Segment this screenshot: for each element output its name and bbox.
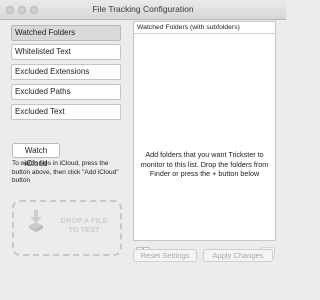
icloud-help-text: To watch files in iCloud, press the butt… — [12, 160, 119, 184]
drop-file-label-line1: DROP A FILE — [60, 216, 108, 225]
title-bar: File Tracking Configuration — [0, 0, 286, 20]
drop-file-label: DROP A FILE TO TEST — [50, 216, 118, 234]
watch-icloud-button[interactable]: Watch iCloud — [12, 143, 60, 168]
drop-file-icon — [29, 210, 43, 232]
reset-settings-button[interactable]: Reset Settings — [133, 249, 197, 262]
drop-file-zone[interactable]: DROP A FILE TO TEST — [12, 200, 122, 256]
apply-changes-button[interactable]: Apply Changes — [203, 249, 273, 262]
list-column-header: Watched Folders (with subfolders) — [134, 22, 275, 34]
sidebar-item-excluded-extensions[interactable]: Excluded Extensions — [11, 64, 121, 80]
sidebar-item-watched-folders[interactable]: Watched Folders — [11, 25, 121, 41]
sidebar-item-whitelisted-text[interactable]: Whitelisted Text — [11, 44, 121, 60]
sidebar-item-excluded-text[interactable]: Excluded Text — [11, 104, 121, 120]
drop-file-label-line2: TO TEST — [68, 225, 100, 234]
list-empty-message: Add folders that you want Trickster to m… — [140, 150, 269, 178]
watched-folders-list[interactable]: Watched Folders (with subfolders) Add fo… — [133, 21, 276, 241]
sidebar-item-excluded-paths[interactable]: Excluded Paths — [11, 84, 121, 100]
window-title: File Tracking Configuration — [92, 4, 194, 14]
